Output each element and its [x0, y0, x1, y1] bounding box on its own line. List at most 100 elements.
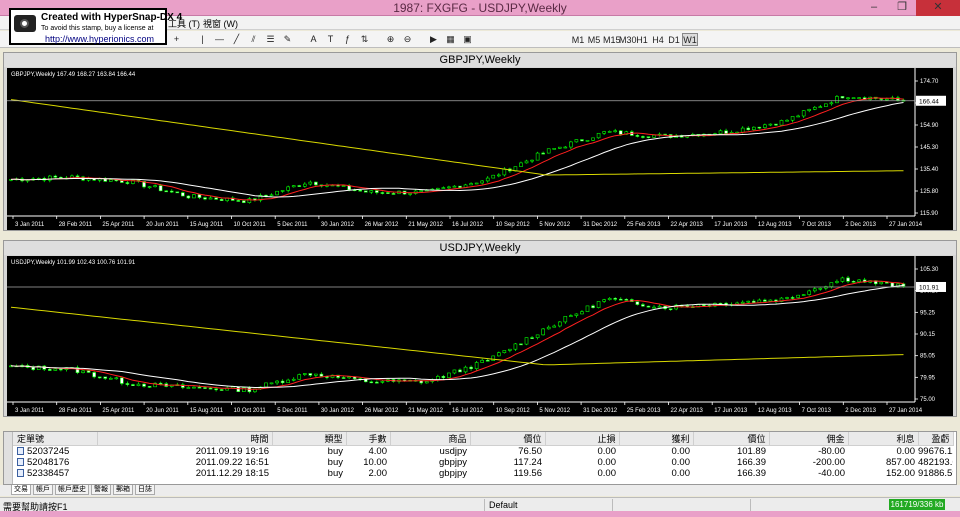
toolbar-tool-0[interactable]: +	[170, 33, 183, 46]
toolbar-tool-1[interactable]: |	[196, 33, 209, 46]
timeframe-m30[interactable]: M30	[618, 33, 637, 46]
close-icon[interactable]: ✕	[916, 0, 960, 16]
watermark-line2: To avoid this stamp, buy a license at	[41, 25, 154, 32]
timeframe-m5[interactable]: M5	[586, 33, 602, 46]
candle-body	[369, 381, 374, 384]
toolbar-tool-10[interactable]: ⇅	[358, 33, 371, 46]
timeframe-m15[interactable]: M15	[602, 33, 621, 46]
table-row[interactable]: 52338457 2011.12.29 18:15 buy 2.00 gbpjpy 119…	[13, 468, 953, 479]
tab-5[interactable]: 日誌	[135, 485, 155, 495]
maximize-icon[interactable]: ❐	[890, 0, 914, 16]
candle-body	[812, 106, 817, 110]
tab-2[interactable]: 帳戶歷史	[55, 485, 89, 495]
candle-body	[829, 102, 834, 105]
terminal-side-handle[interactable]	[4, 432, 13, 484]
candle-body	[264, 382, 268, 388]
orders-header-cell[interactable]: 止損	[545, 432, 620, 446]
candle-body	[635, 135, 640, 137]
date-tick-label: 3 Jan 2011	[15, 222, 45, 228]
table-cell: buy	[272, 468, 346, 479]
table-row[interactable]: 52048176 2011.09.22 16:51 buy 10.00 gbpjpy 11…	[13, 457, 953, 468]
candle-body	[591, 305, 595, 308]
tab-0[interactable]: 交易	[11, 485, 31, 495]
table-cell: 0.00	[619, 457, 693, 468]
status-profile[interactable]: Default	[489, 500, 518, 510]
candle-body	[807, 108, 812, 111]
timeframe-w1[interactable]: W1	[682, 33, 698, 46]
toolbar-tool-12[interactable]: ⊖	[401, 33, 414, 46]
tab-4[interactable]: 郵箱	[113, 485, 133, 495]
candle-body	[557, 321, 562, 327]
table-row[interactable]: 52037245 2011.09.19 19:16 buy 4.00 usdjpy 76.…	[13, 446, 953, 457]
table-cell: 52048176	[13, 457, 97, 468]
toolbar-tool-5[interactable]: ☰	[264, 33, 277, 46]
candle-body	[835, 96, 839, 104]
price-tick-label: 125.80	[920, 189, 939, 195]
minimize-icon[interactable]: –	[862, 0, 886, 16]
candle-body	[652, 306, 656, 309]
date-tick-label: 12 Aug 2013	[758, 408, 792, 414]
candle-body	[829, 282, 834, 287]
orders-header-cell[interactable]: 利息	[848, 432, 919, 446]
orders-header-cell[interactable]: 定單號	[13, 432, 98, 446]
candle-body	[668, 308, 673, 311]
candle-body	[114, 377, 119, 380]
toolbar-tool-2[interactable]: —	[213, 33, 226, 46]
toolbar-tool-6[interactable]: ✎	[281, 33, 294, 46]
table-cell: usdjpy	[390, 446, 470, 457]
orders-header-cell[interactable]: 類型	[272, 432, 347, 446]
usdjpy-chart[interactable]: USDJPY,Weekly 101.99 102.43 100.76 101.9…	[7, 256, 953, 416]
orders-header-cell[interactable]: 價位	[693, 432, 770, 446]
orders-header-cell[interactable]: 價位	[470, 432, 546, 446]
candle-body	[552, 325, 557, 328]
toolbar-tool-15[interactable]: ▣	[461, 33, 474, 46]
toolbar-tool-14[interactable]: ▦	[444, 33, 457, 46]
candle-body	[203, 387, 207, 389]
timeframe-m1[interactable]: M1	[570, 33, 586, 46]
cell-text: 2011.12.29 18:15	[195, 468, 269, 479]
gbpjpy-chart[interactable]: GBPJPY,Weekly 167.49 168.27 163.84 166.4…	[7, 68, 953, 230]
candle-body	[602, 299, 606, 302]
menu-window[interactable]: 視窗 (W)	[203, 17, 238, 30]
orders-header-cell[interactable]: 時間	[97, 432, 273, 446]
candle-body	[280, 380, 285, 384]
toolbar-tool-3[interactable]: ╱	[230, 33, 243, 46]
orders-header-cell[interactable]: 盈虧	[918, 432, 954, 446]
candle-body	[879, 281, 884, 285]
toolbar-tool-4[interactable]: ⫽	[247, 33, 260, 46]
terminal-tabs: 交易 帳戶 帳戶歷史 警報 郵箱 日誌	[0, 485, 960, 496]
orders-header-cell[interactable]: 佣金	[769, 432, 849, 446]
toolbar-tool-9[interactable]: ƒ	[341, 33, 354, 46]
orders-header-cell[interactable]: 獲利	[619, 432, 694, 446]
orders-header-cell[interactable]: 手數	[346, 432, 391, 446]
candle-body	[546, 148, 551, 154]
cell-text: 0.00	[597, 446, 617, 457]
toolbar-tool-7[interactable]: A	[307, 33, 320, 46]
chart-window-gbpjpy[interactable]: GBPJPY,Weekly GBPJPY,Weekly 167.49 168.2…	[3, 52, 957, 231]
candle-body	[369, 190, 374, 193]
chart-window-usdjpy[interactable]: USDJPY,Weekly USDJPY,Weekly 101.99 102.4…	[3, 240, 957, 417]
watermark-stamp: Created with HyperSnap-DX 4 To avoid thi…	[9, 8, 182, 45]
candle-body	[242, 200, 246, 203]
timeframe-h4[interactable]: H4	[650, 33, 666, 46]
table-cell: 0.00	[619, 468, 693, 479]
price-tick-label: 85.05	[920, 354, 936, 360]
watermark-line1: Created with HyperSnap-DX 4	[41, 12, 183, 23]
date-tick-label: 5 Dec 2011	[277, 408, 308, 414]
tab-3[interactable]: 警報	[91, 485, 111, 495]
timeframe-h1[interactable]: H1	[634, 33, 650, 46]
tab-1[interactable]: 帳戶	[33, 485, 53, 495]
toolbar-tool-13[interactable]: ▶	[427, 33, 440, 46]
candle-body	[441, 187, 446, 189]
timeframe-d1[interactable]: D1	[666, 33, 682, 46]
candle-body	[147, 386, 152, 388]
orders-header-cell[interactable]: 商品	[390, 432, 471, 446]
candle-body	[851, 97, 856, 99]
candle-body	[613, 298, 618, 300]
connection-status[interactable]: 161719/336 kb	[889, 499, 945, 510]
toolbar-tool-8[interactable]: T	[324, 33, 337, 46]
candle-body	[125, 383, 130, 385]
candle-body	[740, 127, 745, 133]
price-tick-label: 95.25	[920, 310, 936, 316]
toolbar-tool-11[interactable]: ⊕	[384, 33, 397, 46]
